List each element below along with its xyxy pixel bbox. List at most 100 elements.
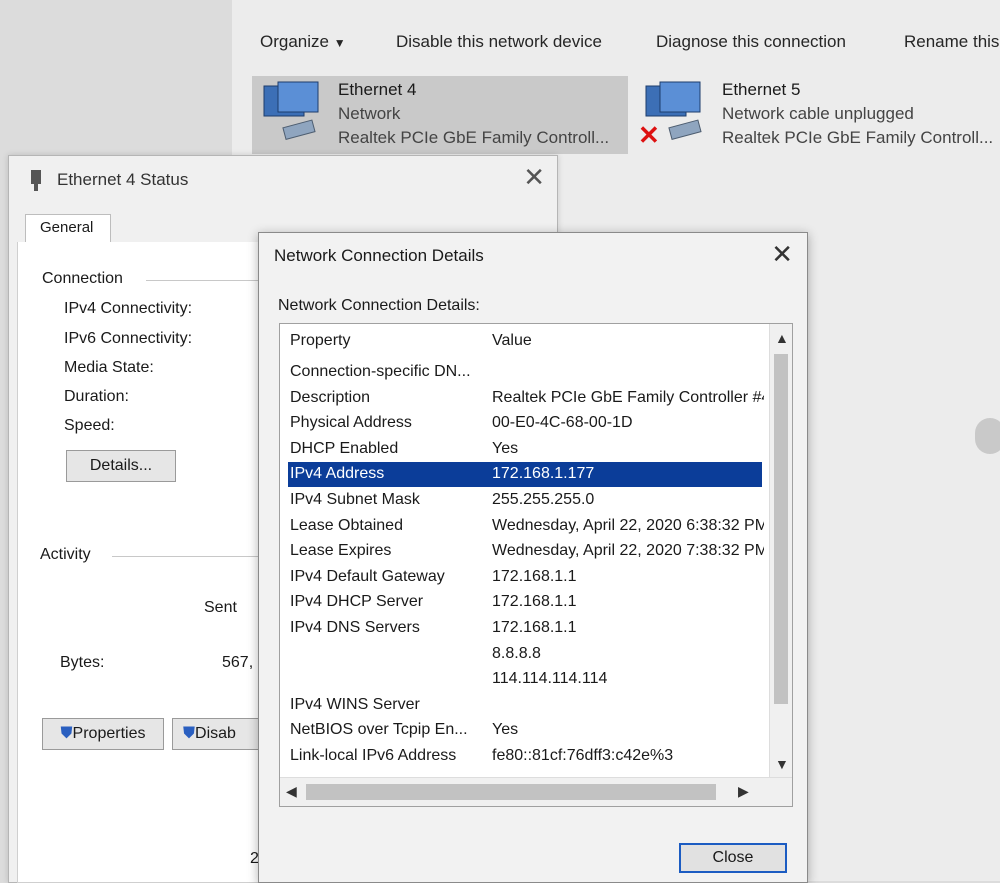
activity-section-label: Activity: [40, 546, 91, 563]
close-button[interactable]: Close: [679, 843, 787, 873]
scroll-arrow-down-icon[interactable]: ▼: [775, 756, 789, 772]
adapter-device: Realtek PCIe GbE Family Controll...: [722, 128, 994, 147]
property-cell: NetBIOS over Tcpip En...: [290, 721, 468, 739]
property-cell: IPv4 WINS Server: [290, 695, 420, 713]
rename-button[interactable]: Rename this: [904, 32, 999, 52]
dialog-subtitle: Network Connection Details:: [278, 297, 480, 314]
table-row[interactable]: Lease Obtained Wednesday, April 22, 2020 …: [288, 514, 764, 539]
details-button[interactable]: Details...: [66, 450, 176, 482]
disable-label: Disab: [195, 725, 236, 742]
connection-section-label: Connection: [42, 270, 123, 287]
dialog-title: Network Connection Details: [274, 246, 484, 265]
divider: [146, 280, 276, 281]
property-cell: Lease Obtained: [290, 516, 403, 534]
details-list[interactable]: Property Value Connection-specific DN...…: [279, 323, 793, 807]
value-cell: 172.168.1.177: [492, 465, 595, 483]
table-row[interactable]: Description Realtek PCIe GbE Family Contr…: [288, 386, 764, 411]
value-cell: fe80::81cf:76dff3:c42e%3: [492, 747, 674, 764]
adapter-status: Network cable unplugged: [722, 104, 914, 123]
value-cell: 255.255.255.0: [492, 491, 595, 508]
table-row[interactable]: Lease Expires Wednesday, April 22, 2020 7…: [288, 539, 764, 564]
table-row[interactable]: NetBIOS over Tcpip En... Yes: [288, 718, 762, 743]
diagnose-button[interactable]: Diagnose this connection: [656, 32, 846, 52]
vertical-scrollbar[interactable]: ▲ ▼: [769, 324, 792, 778]
red-x-icon: ✕: [638, 120, 660, 150]
table-row[interactable]: 8.8.8.8: [288, 642, 762, 667]
table-row[interactable]: IPv4 Default Gateway 172.168.1.1: [288, 565, 762, 590]
shield-icon: ⛊: [183, 725, 196, 742]
table-row[interactable]: IPv4 Address 172.168.1.177: [288, 462, 762, 488]
bytes-label: Bytes:: [60, 654, 105, 671]
divider: [112, 556, 276, 557]
table-row[interactable]: IPv4 WINS Server: [288, 693, 762, 718]
properties-label: Properties: [72, 725, 146, 742]
property-cell: Lease Expires: [290, 542, 392, 560]
disable-device-button[interactable]: Disable this network device: [396, 32, 602, 52]
value-cell: Realtek PCIe GbE Family Controller #4: [492, 388, 764, 406]
scroll-arrow-right-icon[interactable]: ▶: [738, 783, 749, 800]
vertical-scroll-thumb[interactable]: [774, 354, 788, 704]
property-cell: IPv4 Subnet Mask: [290, 491, 420, 508]
table-row[interactable]: DHCP Enabled Yes: [288, 437, 762, 462]
adapter-status: Network: [338, 104, 401, 123]
column-header-value[interactable]: Value: [492, 332, 532, 350]
value-cell: Yes: [492, 721, 519, 739]
list-header: Property Value: [280, 324, 768, 358]
chevron-down-icon: ▼: [333, 36, 346, 50]
property-cell: Physical Address: [290, 414, 412, 432]
media-state-label: Media State:: [64, 359, 154, 376]
table-row[interactable]: Link-local IPv6 Address fe80::81cf:76dff3…: [288, 744, 762, 769]
value-cell: 172.168.1.1: [492, 567, 577, 585]
duration-label: Duration:: [64, 388, 129, 405]
explorer-toolbar: Organize ▼ Disable this network device D…: [232, 22, 1000, 66]
scroll-arrow-up-icon[interactable]: ▲: [775, 330, 789, 346]
property-cell: IPv4 DNS Servers: [290, 619, 420, 636]
value-cell: Wednesday, April 22, 2020 6:38:32 PM: [492, 516, 764, 534]
value-cell: 172.168.1.1: [492, 593, 577, 611]
table-row[interactable]: Connection-specific DN...: [288, 360, 762, 385]
adapter-name: Ethernet 5: [722, 80, 801, 99]
column-header-property[interactable]: Property: [290, 332, 350, 350]
horizontal-scrollbar[interactable]: ◀ ▶: [280, 777, 792, 806]
speed-label: Speed:: [64, 417, 115, 434]
ipv6-connectivity-label: IPv6 Connectivity:: [64, 330, 193, 347]
sent-label: Sent: [204, 599, 237, 616]
table-row[interactable]: IPv4 DHCP Server 172.168.1.1: [288, 590, 762, 615]
horizontal-scroll-thumb[interactable]: [306, 784, 716, 800]
bytes-sent-value: 567,: [222, 654, 254, 671]
property-cell: Link-local IPv6 Address: [290, 747, 457, 764]
adapter-device: Realtek PCIe GbE Family Controll...: [338, 128, 610, 147]
value-cell: 00-E0-4C-68-00-1D: [492, 414, 633, 432]
side-scroll-knob[interactable]: [975, 418, 1000, 454]
value-cell: Yes: [492, 439, 519, 457]
organize-label: Organize: [260, 32, 329, 51]
property-cell: IPv4 DHCP Server: [290, 593, 424, 611]
adapter-ethernet-4[interactable]: Ethernet 4 Network Realtek PCIe GbE Fami…: [252, 76, 628, 154]
network-connection-details-dialog: Network Connection Details ✕ Network Con…: [258, 232, 808, 883]
shield-icon: ⛊: [60, 725, 73, 742]
value-cell: 8.8.8.8: [492, 644, 541, 662]
property-cell: Connection-specific DN...: [290, 363, 471, 380]
scroll-arrow-left-icon[interactable]: ◀: [286, 783, 297, 800]
property-cell: DHCP Enabled: [290, 439, 399, 457]
value-cell: 114.114.114.114: [492, 670, 608, 688]
organize-menu[interactable]: Organize ▼: [260, 32, 346, 52]
table-row[interactable]: IPv4 DNS Servers 172.168.1.1: [288, 616, 762, 641]
connector-icon: [31, 170, 41, 191]
disable-button[interactable]: ⛊Disab: [172, 718, 272, 750]
adapter-ethernet-5[interactable]: ✕ Ethernet 5 Network cable unplugged Rea…: [634, 76, 1000, 154]
window-title: Ethernet 4 Status: [57, 170, 189, 189]
close-icon[interactable]: ✕: [523, 162, 545, 193]
value-cell: 172.168.1.1: [492, 619, 577, 636]
ipv4-connectivity-label: IPv4 Connectivity:: [64, 300, 193, 317]
table-row[interactable]: 114.114.114.114: [288, 667, 762, 692]
value-cell: Wednesday, April 22, 2020 7:38:32 PM: [492, 542, 764, 560]
property-cell: Description: [290, 388, 371, 406]
property-cell: IPv4 Default Gateway: [290, 567, 445, 585]
properties-button[interactable]: ⛊Properties: [42, 718, 164, 750]
network-adapter-icon: [263, 81, 319, 141]
table-row[interactable]: IPv4 Subnet Mask 255.255.255.0: [288, 488, 762, 513]
table-row[interactable]: Physical Address 00-E0-4C-68-00-1D: [288, 411, 762, 436]
close-icon[interactable]: ✕: [771, 239, 793, 270]
tab-general[interactable]: General: [25, 214, 111, 242]
